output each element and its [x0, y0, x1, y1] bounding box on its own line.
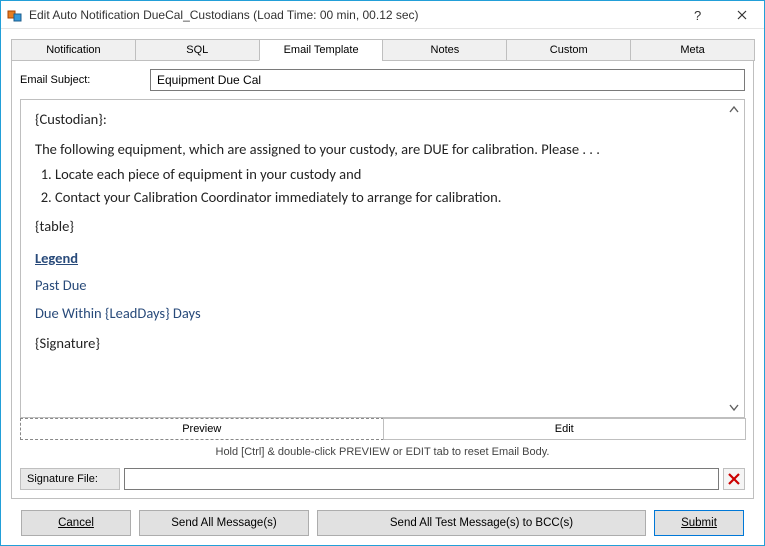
footer-buttons: Cancel Send All Message(s) Send All Test… [11, 499, 754, 545]
tab-sql[interactable]: SQL [135, 39, 260, 61]
send-all-button[interactable]: Send All Message(s) [139, 510, 309, 536]
body-custodian: {Custodian}: [35, 110, 722, 130]
preview-tab[interactable]: Preview [20, 418, 384, 440]
help-button[interactable]: ? [674, 1, 719, 29]
signature-input[interactable] [124, 468, 719, 490]
edit-tab[interactable]: Edit [383, 418, 747, 440]
tab-body: Email Subject: {Custodian}: The followin… [11, 61, 754, 499]
send-test-button[interactable]: Send All Test Message(s) to BCC(s) [317, 510, 646, 536]
signature-row: Signature File: [20, 468, 745, 490]
body-pastdue: Past Due [35, 276, 722, 296]
body-duewithin: Due Within {LeadDays} Days [35, 304, 722, 324]
tab-email-template[interactable]: Email Template [259, 39, 384, 61]
close-button[interactable] [719, 1, 764, 29]
body-table: {table} [35, 217, 722, 237]
main-tabs: Notification SQL Email Template Notes Cu… [11, 39, 754, 61]
signature-label: Signature File: [20, 468, 120, 490]
tab-meta[interactable]: Meta [630, 39, 755, 61]
body-signature: {Signature} [35, 334, 722, 354]
svg-text:?: ? [694, 8, 701, 22]
subject-input[interactable] [150, 69, 745, 91]
tab-notification[interactable]: Notification [11, 39, 136, 61]
dialog-window: Edit Auto Notification DueCal_Custodians… [0, 0, 765, 546]
subject-row: Email Subject: [20, 69, 745, 91]
cancel-button[interactable]: Cancel [21, 510, 131, 536]
email-body-editor[interactable]: {Custodian}: The following equipment, wh… [20, 99, 745, 418]
scroll-down-icon[interactable] [726, 399, 742, 415]
body-legend: Legend [35, 249, 722, 269]
tab-custom[interactable]: Custom [506, 39, 631, 61]
body-step1: Locate each piece of equipment in your c… [55, 165, 722, 185]
app-icon [7, 7, 23, 23]
window-title: Edit Auto Notification DueCal_Custodians… [29, 8, 674, 22]
clear-signature-button[interactable] [723, 468, 745, 490]
hint-text: Hold [Ctrl] & double-click PREVIEW or ED… [20, 446, 745, 458]
submit-button[interactable]: Submit [654, 510, 744, 536]
body-intro: The following equipment, which are assig… [35, 140, 722, 160]
body-step2: Contact your Calibration Coordinator imm… [55, 188, 722, 208]
email-body-content: {Custodian}: The following equipment, wh… [21, 100, 744, 417]
preview-edit-tabs: Preview Edit [20, 418, 745, 440]
titlebar: Edit Auto Notification DueCal_Custodians… [1, 1, 764, 29]
subject-label: Email Subject: [20, 74, 150, 86]
client-area: Notification SQL Email Template Notes Cu… [1, 29, 764, 545]
body-steps: Locate each piece of equipment in your c… [35, 165, 722, 207]
scroll-up-icon[interactable] [726, 102, 742, 118]
tab-notes[interactable]: Notes [382, 39, 507, 61]
